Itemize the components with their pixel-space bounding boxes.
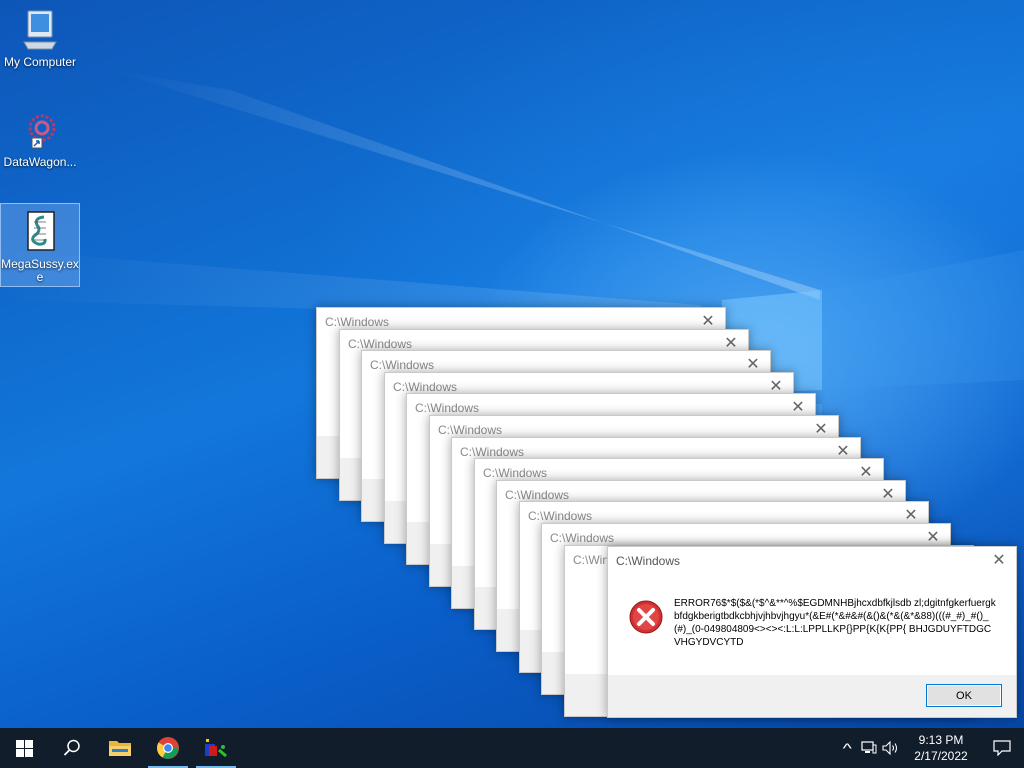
desktop-icon-label: DataWagon...	[3, 155, 77, 169]
desktop-icon-label: MegaSussy.exe	[1, 257, 79, 284]
dialog-title: C:\Windows	[415, 401, 480, 415]
dialog-title: C:\Windows	[370, 358, 435, 372]
computer-icon	[23, 10, 57, 50]
desktop-icon-label: My Computer	[3, 55, 77, 69]
dialog-body: ERROR76$*$($&(*$^&**^%$EGDMNHBjhcxdbfkjl…	[628, 597, 996, 667]
action-center-button[interactable]	[980, 728, 1024, 768]
dialog-title: C:\Windows	[393, 380, 458, 394]
notification-icon	[993, 740, 1011, 756]
windows-start-icon	[15, 739, 33, 757]
dialog-footer: OK	[608, 675, 1016, 717]
taskbar-chrome[interactable]	[144, 728, 192, 768]
desktop-icon-megasussy[interactable]: MegaSussy.exe	[0, 203, 80, 287]
dialog-title: C:\Windows	[438, 423, 503, 437]
error-icon	[629, 600, 663, 634]
desktop: My Computer DataWagon... MegaSussy.exe C…	[0, 0, 1024, 728]
search-icon	[63, 739, 80, 756]
datawagon-icon	[28, 114, 56, 149]
dialog-title: C:\Windows	[460, 445, 525, 459]
script-icon	[27, 211, 55, 251]
chevron-up-icon: ^	[842, 740, 852, 756]
show-hidden-icons-button[interactable]: ^	[836, 728, 858, 768]
error-message: ERROR76$*$($&(*$^&**^%$EGDMNHBjhcxdbfkjl…	[674, 598, 996, 648]
clock-time: 9:13 PM	[918, 733, 964, 747]
dialog-title: C:\Windows	[325, 315, 390, 329]
desktop-icon-datawagon[interactable]: DataWagon...	[1, 106, 79, 169]
dialog-titlebar[interactable]: C:\Windows ✕	[608, 547, 1016, 575]
clock[interactable]: 9:13 PM 2/17/2022	[902, 732, 980, 764]
error-dialog[interactable]: C:\Windows ✕ ERROR76$*$($&(*$^&**^%$EGDM…	[607, 546, 1017, 718]
dialog-title: C:\Windows	[550, 531, 615, 545]
network-icon	[861, 741, 877, 754]
start-button[interactable]	[0, 728, 48, 768]
folder-icon	[109, 741, 131, 756]
dialog-title: C:\Windows	[505, 488, 570, 502]
clock-date: 2/17/2022	[914, 749, 968, 763]
taskbar-megasussy-app[interactable]	[192, 728, 240, 768]
chrome-icon	[157, 737, 179, 759]
ok-button[interactable]: OK	[926, 684, 1002, 707]
dialog-title: C:\Windows	[616, 554, 681, 568]
volume-icon	[882, 741, 898, 755]
network-button[interactable]	[858, 728, 880, 768]
dialog-title: C:\Windows	[528, 509, 593, 523]
dialog-title: C:\Windows	[483, 466, 548, 480]
taskbar: ^ 9:13 PM 2/17/2022	[0, 728, 1024, 768]
desktop-icon-my-computer[interactable]: My Computer	[1, 8, 79, 69]
dialog-title: C:\Windows	[348, 337, 413, 351]
system-tray: ^ 9:13 PM 2/17/2022	[836, 728, 1024, 768]
volume-button[interactable]	[880, 728, 902, 768]
app-icon	[205, 739, 227, 758]
taskbar-file-explorer[interactable]	[96, 728, 144, 768]
close-icon[interactable]: ✕	[990, 552, 1008, 570]
search-button[interactable]	[48, 728, 96, 768]
